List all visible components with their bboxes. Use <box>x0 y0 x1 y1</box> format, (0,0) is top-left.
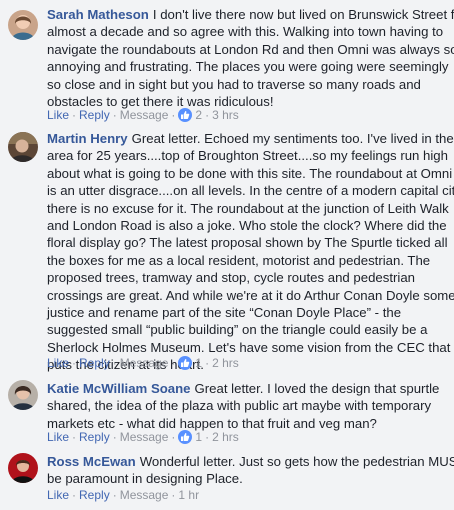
reply-button[interactable]: Reply <box>79 488 110 502</box>
thumbs-up-icon[interactable] <box>178 108 193 122</box>
like-button[interactable]: Like <box>47 108 69 122</box>
comment-text: area for 25 years....top of Broughton St… <box>47 148 448 164</box>
comment-text: is an utter disgrace....on all levels. I… <box>47 183 454 199</box>
comment-body: Martin Henry Great letter. Echoed my sent… <box>47 130 454 374</box>
message-button[interactable]: Message <box>120 356 169 370</box>
comment-text: Great letter. Echoed my sentiments too. … <box>131 131 454 146</box>
comment-text: Great letter. I loved the design that sp… <box>194 381 440 396</box>
comment-text: be paramount in designing Place. <box>47 471 243 487</box>
comment-text: there is no excuse for it. The roundabou… <box>47 200 449 216</box>
thumbs-up-icon[interactable] <box>178 430 193 444</box>
comment-actions: Like · Reply · Message · 1 hr <box>47 488 200 502</box>
comment-text: Wonderful letter. Just so gets how the p… <box>139 454 454 469</box>
comment-text: justice and rename part of the site “Con… <box>47 305 402 321</box>
message-button[interactable]: Message <box>120 430 169 444</box>
comment-body: Ross McEwan Wonderful letter. Just so get… <box>47 453 454 488</box>
author-name[interactable]: Ross McEwan <box>47 454 136 469</box>
comment-text: about what is going to be done with this… <box>47 165 453 181</box>
comment-actions: Like · Reply · Message · 1 · 2 hrs <box>47 430 239 444</box>
author-name[interactable]: Sarah Matheson <box>47 7 149 22</box>
comment-text: almost a decade and so agree with this. … <box>47 24 444 40</box>
message-button[interactable]: Message <box>120 108 169 122</box>
comment-text: annoying and frustrating. The places you… <box>47 59 449 75</box>
comment-text: floral display go? The latest proposal s… <box>47 235 448 251</box>
like-button[interactable]: Like <box>47 356 69 370</box>
author-name[interactable]: Katie McWilliam Soane <box>47 381 191 396</box>
comment-body: Sarah Matheson I don't live there now but… <box>47 6 454 110</box>
avatar[interactable] <box>8 10 38 40</box>
comment-text: and London Road is also a joke. Who stol… <box>47 218 447 234</box>
comment-text: so close and in sight but you had to tra… <box>47 76 421 92</box>
avatar[interactable] <box>8 453 38 483</box>
message-button[interactable]: Message <box>120 488 169 502</box>
comment-text: proposed trees, tramway and stop, cycle … <box>47 270 415 286</box>
avatar[interactable] <box>8 132 38 162</box>
comment-text: navigate the roundabouts at London Rd an… <box>47 41 454 57</box>
reply-button[interactable]: Reply <box>79 356 110 370</box>
comments-list: Sarah Matheson I don't live there now but… <box>0 0 454 510</box>
timestamp[interactable]: 2 hrs <box>212 430 239 444</box>
like-button[interactable]: Like <box>47 488 69 502</box>
comment-text: suggested small “public building” on the… <box>47 322 428 338</box>
comment-actions: Like · Reply · Message · 2 · 3 hrs <box>47 108 239 122</box>
comment-text: Sherlock Holmes Museum. Let's have some … <box>47 339 451 355</box>
comment-text: the boxes for me as a local resident, mo… <box>47 252 431 268</box>
reply-button[interactable]: Reply <box>79 108 110 122</box>
timestamp[interactable]: 1 hr <box>178 488 199 502</box>
comment-text: crossings are great. And while we're at … <box>47 287 454 303</box>
timestamp[interactable]: 2 hrs <box>212 356 239 370</box>
comment-text: I don't live there now but lived on Brun… <box>152 7 454 22</box>
author-name[interactable]: Martin Henry <box>47 131 128 146</box>
like-button[interactable]: Like <box>47 430 69 444</box>
comment-body: Katie McWilliam Soane Great letter. I lov… <box>47 380 447 432</box>
timestamp[interactable]: 3 hrs <box>212 108 239 122</box>
comment-text: shared, the idea of the plaza with publi… <box>47 398 432 414</box>
thumbs-up-icon[interactable] <box>178 356 193 370</box>
reply-button[interactable]: Reply <box>79 430 110 444</box>
comment-actions: Like · Reply · Message · 1 · 2 hrs <box>47 356 239 370</box>
avatar[interactable] <box>8 380 38 410</box>
